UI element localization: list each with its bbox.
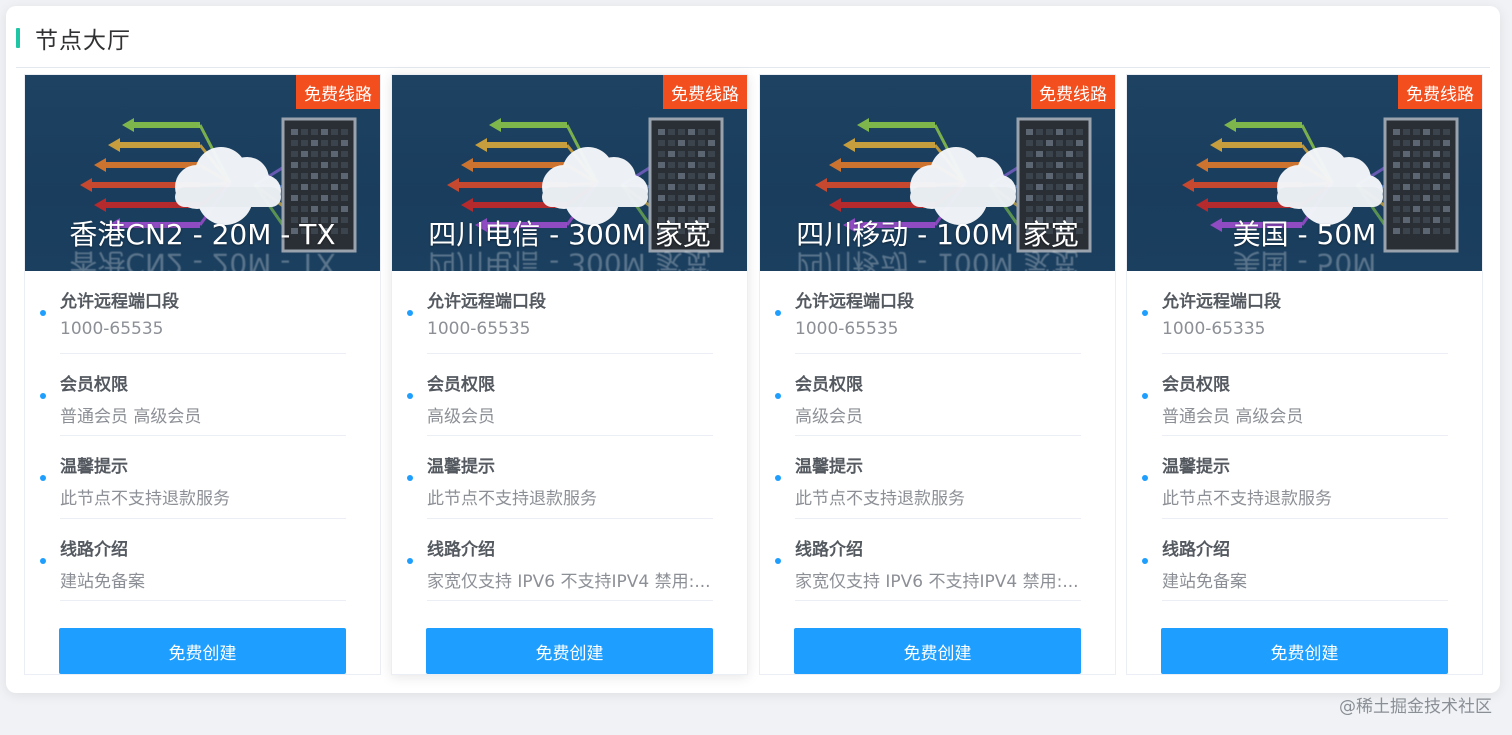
- info-item-membership: 会员权限 高级会员: [407, 354, 713, 436]
- info-label: 线路介绍: [795, 539, 863, 560]
- panel-header: 节点大厅: [16, 20, 131, 56]
- dot-icon: [407, 475, 413, 481]
- free-line-badge: 免费线路: [663, 75, 747, 109]
- info-item-port-range: 允许远程端口段 1000-65535: [407, 271, 713, 354]
- info-value: 普通会员 高级会员: [1162, 406, 1304, 427]
- info-item-line-intro: 线路介绍 建站免备案: [1142, 519, 1448, 601]
- info-label: 会员权限: [1162, 374, 1230, 395]
- info-label: 温馨提示: [1162, 457, 1230, 477]
- dot-icon: [40, 310, 46, 316]
- info-value: 1000-65535: [427, 319, 531, 339]
- card-banner: 免费线路 美国 - 50M 美国 - 50M: [1127, 75, 1482, 271]
- info-label: 温馨提示: [60, 457, 128, 477]
- info-label: 允许远程端口段: [60, 292, 179, 312]
- info-label: 线路介绍: [1162, 539, 1230, 560]
- card-banner: 免费线路 四川电信 - 300M 家宽 四川电信 - 300M 家宽: [392, 75, 747, 271]
- dot-icon: [1142, 557, 1148, 564]
- info-label: 会员权限: [427, 374, 495, 395]
- dot-icon: [1142, 392, 1148, 399]
- free-create-button[interactable]: 免费创建: [426, 628, 713, 674]
- node-hall-panel: 节点大厅 免费线路 香港CN2 - 20M - TX 香港CN2 - 20M -…: [6, 6, 1500, 693]
- info-label: 线路介绍: [427, 539, 495, 560]
- node-card: 免费线路 香港CN2 - 20M - TX 香港CN2 - 20M - TX 允…: [24, 74, 381, 675]
- card-title: 美国 - 50M: [1232, 218, 1377, 251]
- info-label: 线路介绍: [60, 539, 128, 560]
- info-label: 允许远程端口段: [795, 292, 914, 312]
- info-value: 1000-65335: [1162, 319, 1266, 339]
- free-create-button[interactable]: 免费创建: [1161, 628, 1448, 674]
- info-value: 家宽仅支持 IPV6 不支持IPV4 禁用:...: [427, 571, 711, 592]
- info-value: 1000-65535: [60, 319, 164, 339]
- node-card: 免费线路 四川移动 - 100M 家宽 四川移动 - 100M 家宽 允许远程端…: [759, 74, 1116, 675]
- info-label: 允许远程端口段: [1162, 292, 1281, 312]
- dot-icon: [775, 310, 781, 316]
- dot-icon: [40, 392, 46, 399]
- info-item-membership: 会员权限 高级会员: [775, 354, 1081, 436]
- card-title: 香港CN2 - 20M - TX: [69, 218, 336, 251]
- free-create-button[interactable]: 免费创建: [59, 628, 346, 674]
- dot-icon: [407, 392, 413, 399]
- header-divider: [16, 67, 1490, 68]
- free-line-badge: 免费线路: [1398, 75, 1482, 109]
- watermark: @稀土掘金技术社区: [1339, 697, 1492, 717]
- card-info-list: 允许远程端口段 1000-65335 会员权限 普通会员 高级会员 温馨提示 此…: [1127, 271, 1482, 601]
- info-item-line-intro: 线路介绍 建站免备案: [40, 519, 346, 601]
- card-info-list: 允许远程端口段 1000-65535 会员权限 高级会员 温馨提示 此节点不支持…: [392, 271, 747, 601]
- info-item-tips: 温馨提示 此节点不支持退款服务: [775, 436, 1081, 519]
- info-label: 会员权限: [795, 374, 863, 395]
- info-item-membership: 会员权限 普通会员 高级会员: [1142, 354, 1448, 436]
- card-title: 四川移动 - 100M 家宽: [796, 218, 1079, 251]
- info-value: 高级会员: [427, 406, 495, 427]
- info-value: 普通会员 高级会员: [60, 406, 202, 427]
- card-banner: 免费线路 香港CN2 - 20M - TX 香港CN2 - 20M - TX: [25, 75, 380, 271]
- info-value: 此节点不支持退款服务: [427, 489, 597, 509]
- dot-icon: [1142, 310, 1148, 316]
- info-item-line-intro: 线路介绍 家宽仅支持 IPV6 不支持IPV4 禁用:...: [775, 519, 1081, 601]
- info-label: 温馨提示: [795, 457, 863, 477]
- info-value: 1000-65535: [795, 319, 899, 339]
- header-accent-bar: [16, 28, 20, 48]
- info-item-port-range: 允许远程端口段 1000-65535: [775, 271, 1081, 354]
- info-item-tips: 温馨提示 此节点不支持退款服务: [40, 436, 346, 519]
- info-item-tips: 温馨提示 此节点不支持退款服务: [407, 436, 713, 519]
- info-item-port-range: 允许远程端口段 1000-65335: [1142, 271, 1448, 354]
- dot-icon: [40, 557, 46, 564]
- page-title: 节点大厅: [35, 28, 131, 54]
- free-create-button[interactable]: 免费创建: [794, 628, 1081, 674]
- card-info-list: 允许远程端口段 1000-65535 会员权限 普通会员 高级会员 温馨提示 此…: [25, 271, 380, 601]
- info-value: 建站免备案: [60, 571, 145, 592]
- info-value: 此节点不支持退款服务: [795, 489, 965, 509]
- info-value: 高级会员: [795, 406, 863, 427]
- info-label: 温馨提示: [427, 457, 495, 477]
- card-banner: 免费线路 四川移动 - 100M 家宽 四川移动 - 100M 家宽: [760, 75, 1115, 271]
- dot-icon: [775, 392, 781, 399]
- info-item-membership: 会员权限 普通会员 高级会员: [40, 354, 346, 436]
- dot-icon: [40, 475, 46, 481]
- info-value: 此节点不支持退款服务: [60, 489, 230, 509]
- info-item-tips: 温馨提示 此节点不支持退款服务: [1142, 436, 1448, 519]
- node-card: 免费线路 四川电信 - 300M 家宽 四川电信 - 300M 家宽 允许远程端…: [391, 74, 748, 675]
- dot-icon: [775, 475, 781, 481]
- info-label: 会员权限: [60, 374, 128, 395]
- info-item-line-intro: 线路介绍 家宽仅支持 IPV6 不支持IPV4 禁用:...: [407, 519, 713, 601]
- dot-icon: [407, 557, 413, 564]
- node-card: 免费线路 美国 - 50M 美国 - 50M 允许远程端口段 1000-6533…: [1126, 74, 1483, 675]
- info-label: 允许远程端口段: [427, 292, 546, 312]
- dot-icon: [1142, 475, 1148, 481]
- dot-icon: [775, 557, 781, 564]
- info-item-port-range: 允许远程端口段 1000-65535: [40, 271, 346, 354]
- card-title: 四川电信 - 300M 家宽: [428, 218, 711, 251]
- info-value: 建站免备案: [1162, 571, 1247, 592]
- info-value: 家宽仅支持 IPV6 不支持IPV4 禁用:...: [795, 571, 1079, 592]
- dot-icon: [407, 310, 413, 316]
- free-line-badge: 免费线路: [296, 75, 380, 109]
- info-value: 此节点不支持退款服务: [1162, 489, 1332, 509]
- card-info-list: 允许远程端口段 1000-65535 会员权限 高级会员 温馨提示 此节点不支持…: [760, 271, 1115, 601]
- free-line-badge: 免费线路: [1031, 75, 1115, 109]
